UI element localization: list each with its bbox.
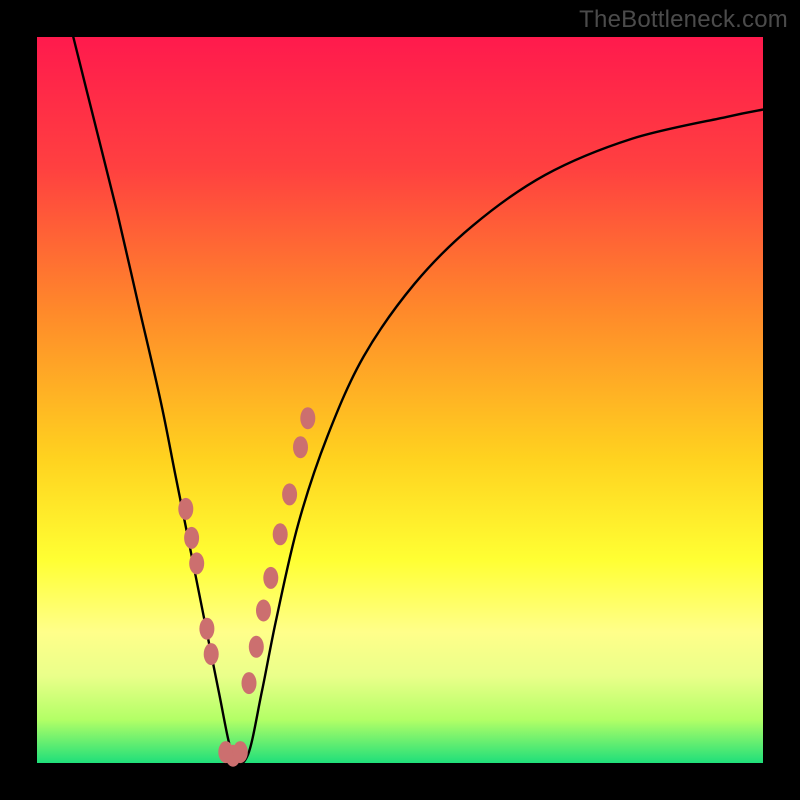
chart-svg	[37, 37, 763, 763]
chart-frame: TheBottleneck.com	[0, 0, 800, 800]
marker-point	[293, 436, 308, 458]
marker-point	[184, 527, 199, 549]
marker-point	[282, 483, 297, 505]
marker-point	[189, 552, 204, 574]
marker-point	[204, 643, 219, 665]
watermark-text: TheBottleneck.com	[579, 6, 788, 34]
marker-point	[300, 407, 315, 429]
marker-point	[249, 636, 264, 658]
bottleneck-curve	[73, 37, 763, 764]
marker-point	[273, 523, 288, 545]
marker-point	[263, 567, 278, 589]
marker-point	[233, 741, 248, 763]
marker-point	[199, 618, 214, 640]
marker-point	[178, 498, 193, 520]
marker-point	[242, 672, 257, 694]
marker-point	[256, 600, 271, 622]
